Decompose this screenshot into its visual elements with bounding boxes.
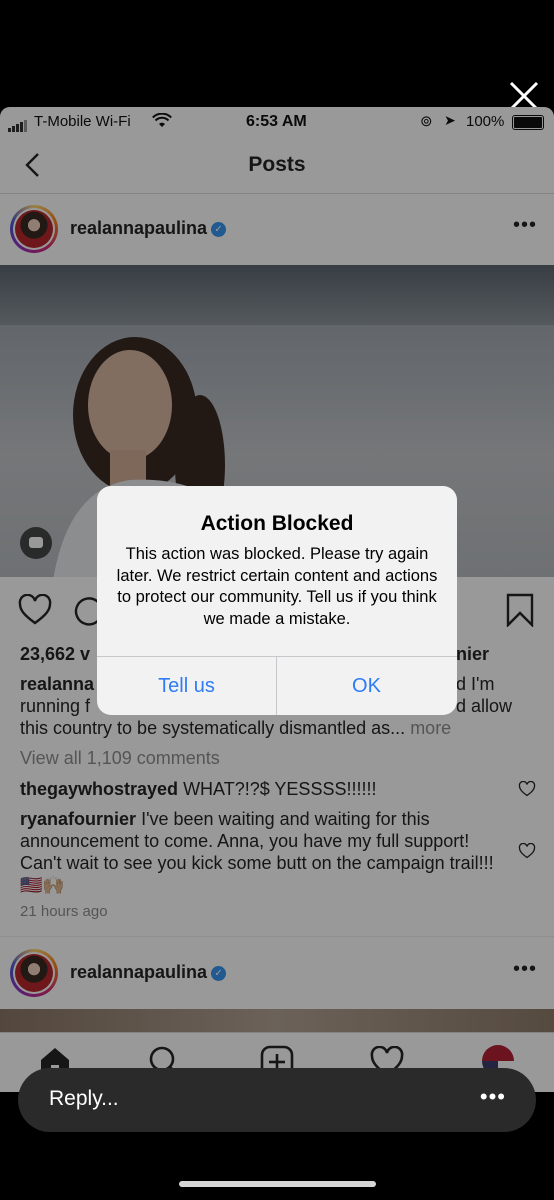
reply-bar[interactable]: Reply... ••• [18, 1068, 536, 1132]
more-options-icon[interactable]: ••• [480, 1084, 506, 1110]
action-blocked-dialog: Action Blocked This action was blocked. … [97, 486, 457, 715]
reply-input[interactable]: Reply... [49, 1087, 119, 1111]
home-indicator[interactable] [179, 1181, 376, 1187]
tell-us-button[interactable]: Tell us [97, 657, 276, 715]
dialog-title: Action Blocked [200, 512, 354, 535]
ok-button[interactable]: OK [277, 657, 456, 715]
dialog-message: This action was blocked. Please try agai… [116, 545, 438, 628]
